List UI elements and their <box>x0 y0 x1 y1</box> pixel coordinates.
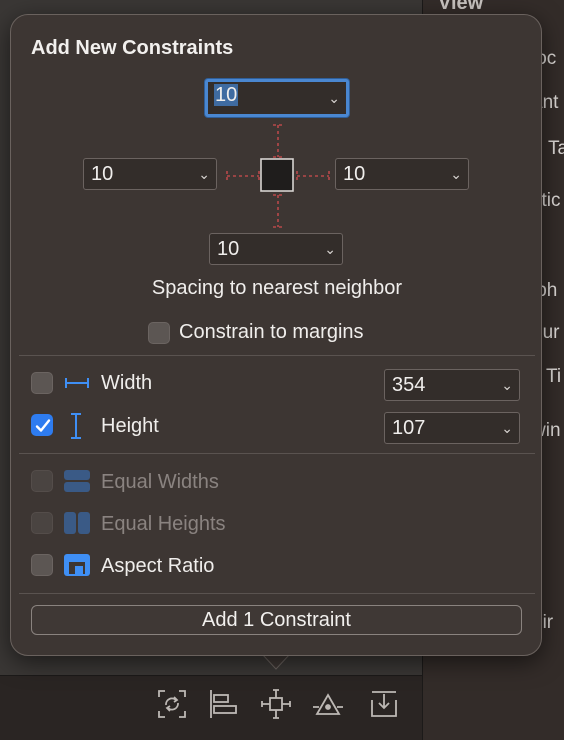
chevron-down-icon: ⌄ <box>501 420 513 436</box>
inspector-item[interactable]: Ta <box>548 138 564 160</box>
width-label: Width <box>101 372 153 394</box>
height-value-field[interactable]: 107 ⌄ <box>384 412 520 444</box>
equal-heights-checkbox[interactable] <box>31 512 53 534</box>
bottom-spacing-field[interactable]: 10 ⌄ <box>209 233 343 265</box>
right-spacing-field[interactable]: 10 ⌄ <box>335 158 469 190</box>
bottom-spacing-value: 10 <box>217 238 240 260</box>
constraint-diagram <box>226 124 330 228</box>
inspector-item[interactable]: Ti <box>546 366 561 388</box>
add-constraints-popover: Add New Constraints 10 ⌄ 10 ⌄ 10 ⌄ 10 ⌄ <box>10 14 542 656</box>
chevron-down-icon: ⌄ <box>328 90 340 106</box>
top-spacing-value: 10 <box>214 84 239 106</box>
divider <box>19 453 535 454</box>
width-value: 354 <box>392 374 426 396</box>
right-spacing-value: 10 <box>343 163 366 185</box>
spacing-label: Spacing to nearest neighbor <box>151 277 403 299</box>
equal-heights-icon <box>64 512 90 534</box>
aspect-ratio-icon <box>64 554 90 576</box>
inspector-header: View <box>438 0 484 14</box>
embed-in-icon[interactable] <box>368 688 400 720</box>
width-value-field[interactable]: 354 ⌄ <box>384 369 520 401</box>
left-spacing-field[interactable]: 10 ⌄ <box>83 158 217 190</box>
equal-widths-label: Equal Widths <box>101 471 219 493</box>
equal-widths-icon <box>64 470 90 492</box>
add-constraints-icon[interactable] <box>260 688 292 720</box>
chevron-down-icon: ⌄ <box>324 241 336 257</box>
popover-title: Add New Constraints <box>31 37 234 59</box>
height-checkbox[interactable] <box>31 414 53 436</box>
align-icon[interactable] <box>208 688 240 720</box>
popover-arrow <box>262 654 290 670</box>
constrain-margins-label: Constrain to margins <box>179 321 364 343</box>
left-spacing-value: 10 <box>91 163 114 185</box>
add-constraint-button[interactable]: Add 1 Constraint <box>31 605 522 635</box>
chevron-down-icon: ⌄ <box>450 166 462 182</box>
checkmark-icon <box>35 419 51 432</box>
resolve-issues-icon[interactable] <box>312 688 344 720</box>
divider <box>19 355 535 356</box>
height-value: 107 <box>392 417 426 439</box>
chevron-down-icon: ⌄ <box>198 166 210 182</box>
chevron-down-icon: ⌄ <box>501 377 513 393</box>
aspect-ratio-label: Aspect Ratio <box>101 555 215 577</box>
constrain-margins-checkbox[interactable] <box>148 322 170 344</box>
divider <box>19 593 535 594</box>
height-label: Height <box>101 415 159 437</box>
top-spacing-field[interactable]: 10 ⌄ <box>205 79 349 117</box>
equal-widths-checkbox[interactable] <box>31 470 53 492</box>
update-frames-icon[interactable] <box>156 688 188 720</box>
width-icon <box>65 378 89 388</box>
width-checkbox[interactable] <box>31 372 53 394</box>
height-icon <box>71 413 81 439</box>
aspect-ratio-checkbox[interactable] <box>31 554 53 576</box>
equal-heights-label: Equal Heights <box>101 513 226 535</box>
